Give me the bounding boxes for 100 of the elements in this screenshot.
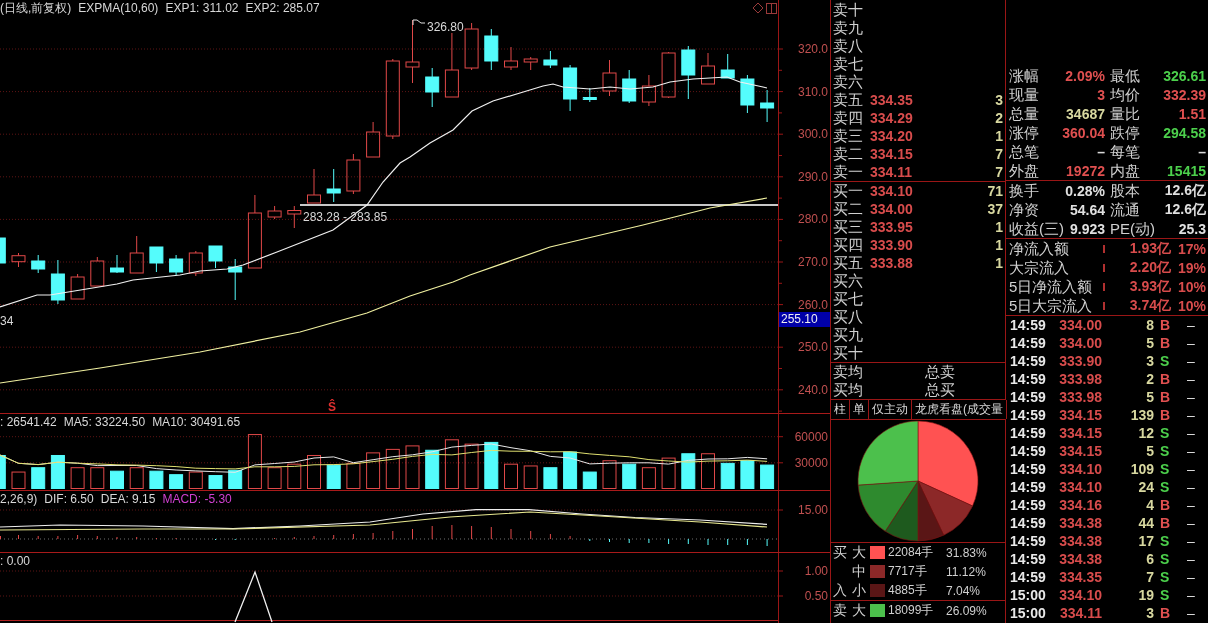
trade-volume: 5 [1145,443,1154,459]
trade-price: 333.90 [1058,353,1102,369]
indicator-reading: MA5: 33224.50 [63,415,146,429]
order-level-label: 买五 [832,254,864,272]
trade-time: 14:59 [1009,353,1047,369]
window-icon[interactable] [766,3,777,14]
flow-share: 19% [1176,259,1207,276]
trade-price: 334.00 [1058,335,1102,351]
trade-volume: 8 [1145,317,1154,333]
trade-status-text: – [1187,587,1195,603]
trade-volume: 3 [1145,353,1154,369]
indicator-reading: MA10: 30491.65 [152,415,241,429]
order-level-label: 卖三 [832,127,864,145]
price-axis-label: 320.0 [797,42,828,56]
trade-side: S [1159,587,1171,603]
trade-side: S [1159,551,1171,567]
trade-time: 14:59 [1009,389,1047,405]
volume-axis-label: 30000 [794,455,828,470]
order-level-label: 卖二 [832,145,864,163]
trade-status-text: – [1187,425,1195,441]
stat-value: 294.58 [1162,124,1207,141]
stat-label: 总笔 [1008,142,1039,161]
stat-value: 0.28% [1064,182,1106,199]
trade-status-text: – [1187,497,1195,513]
trade-price: 334.10 [1058,479,1102,495]
legend-side-label: 入 [833,581,847,598]
flow-label: 5日大宗流入 [1008,296,1094,315]
indicator-reading: (日线,前复权) [0,1,72,15]
trade-status-text: – [1187,605,1195,621]
flow-share: 10% [1176,278,1207,295]
trade-status-text: – [1187,533,1195,549]
trade-side: B [1159,371,1172,387]
trade-status-text: – [1187,389,1195,405]
legend-volume: 22084手 [888,544,935,561]
trade-side: S [1159,569,1171,585]
price-label: 34 [0,314,14,328]
order-level-label: 卖四 [832,109,864,127]
stat-label: 量比 [1109,104,1140,123]
trade-time: 14:59 [1009,335,1047,351]
trade-time: 15:00 [1009,587,1047,603]
order-price: 333.88 [870,255,914,271]
panel-tab[interactable]: 单 [850,400,869,419]
order-price: 334.15 [870,146,914,162]
stat-value: 54.64 [1068,201,1106,218]
legend-share: 26.09% [946,603,987,618]
trade-volume: 44 [1137,515,1154,531]
trade-volume: 5 [1145,335,1154,351]
order-level-label: 卖十 [832,1,864,19]
stat-value: 326.61 [1162,67,1207,84]
order-level-label: 卖七 [832,55,864,73]
trade-side: S [1159,443,1171,459]
legend-side-label: 买 [833,543,847,560]
order-volume: 1 [994,128,1004,144]
legend-volume: 4885手 [888,582,928,599]
stat-value: – [1096,143,1106,160]
trade-side: S [1159,533,1171,549]
trade-price: 334.38 [1058,515,1102,531]
diamond-icon[interactable] [752,2,764,14]
legend-size-label: 大 [852,543,867,562]
legend-size-label: 大 [852,601,867,620]
panel-tab[interactable]: 仅主动 [869,400,912,419]
order-volume: 1 [994,237,1004,253]
stat-label: 每笔 [1109,142,1140,161]
trade-time: 14:59 [1009,551,1047,567]
order-level-label: 买九 [832,326,864,344]
trade-side: B [1159,515,1172,531]
indicator-reading: EXP1: 311.02 [165,1,239,15]
trade-side: B [1159,335,1172,351]
flow-label: 大宗流入 [1008,258,1070,277]
trade-price: 334.10 [1058,587,1102,603]
indicator-reading: 2,26,9) [0,492,38,506]
order-volume: 1 [994,219,1004,235]
order-level-label: 卖一 [832,163,864,181]
indicator-reading: EXP2: 285.07 [245,1,320,15]
price-axis-label: 240.0 [797,382,828,397]
order-volume: 7 [994,146,1004,162]
trade-price: 333.98 [1058,389,1102,405]
indicator-reading: DIF: 6.50 [44,492,94,506]
legend-share: 11.12% [946,564,986,579]
trade-volume: 12 [1137,425,1154,441]
trade-price: 334.15 [1058,425,1102,441]
price-axis-label: 280.0 [797,212,828,227]
trade-time: 14:59 [1009,407,1047,423]
legend-size-label: 小 [852,581,867,600]
flow-amount: 1.93亿 [1128,239,1171,258]
stat-label: 跌停 [1109,123,1140,142]
order-level-label: 买一 [832,182,864,200]
stat-label: 收益(三) [1008,219,1064,238]
stat-value: 332.39 [1162,86,1207,103]
macd-axis-label: 15.00 [797,503,828,517]
price-axis-label: 310.0 [797,84,828,99]
panel-tab[interactable]: 柱 [831,400,850,419]
price-axis-label: 300.0 [797,127,828,142]
legend-side-label: 卖 [833,601,847,618]
trade-time: 14:59 [1009,515,1047,531]
flow-label: 净流入额 [1008,239,1070,258]
trade-time: 14:59 [1009,317,1047,333]
panel-tab[interactable]: 龙虎看盘(成交量 [912,400,1007,419]
trade-time: 14:59 [1009,533,1047,549]
trade-side: B [1159,407,1172,423]
